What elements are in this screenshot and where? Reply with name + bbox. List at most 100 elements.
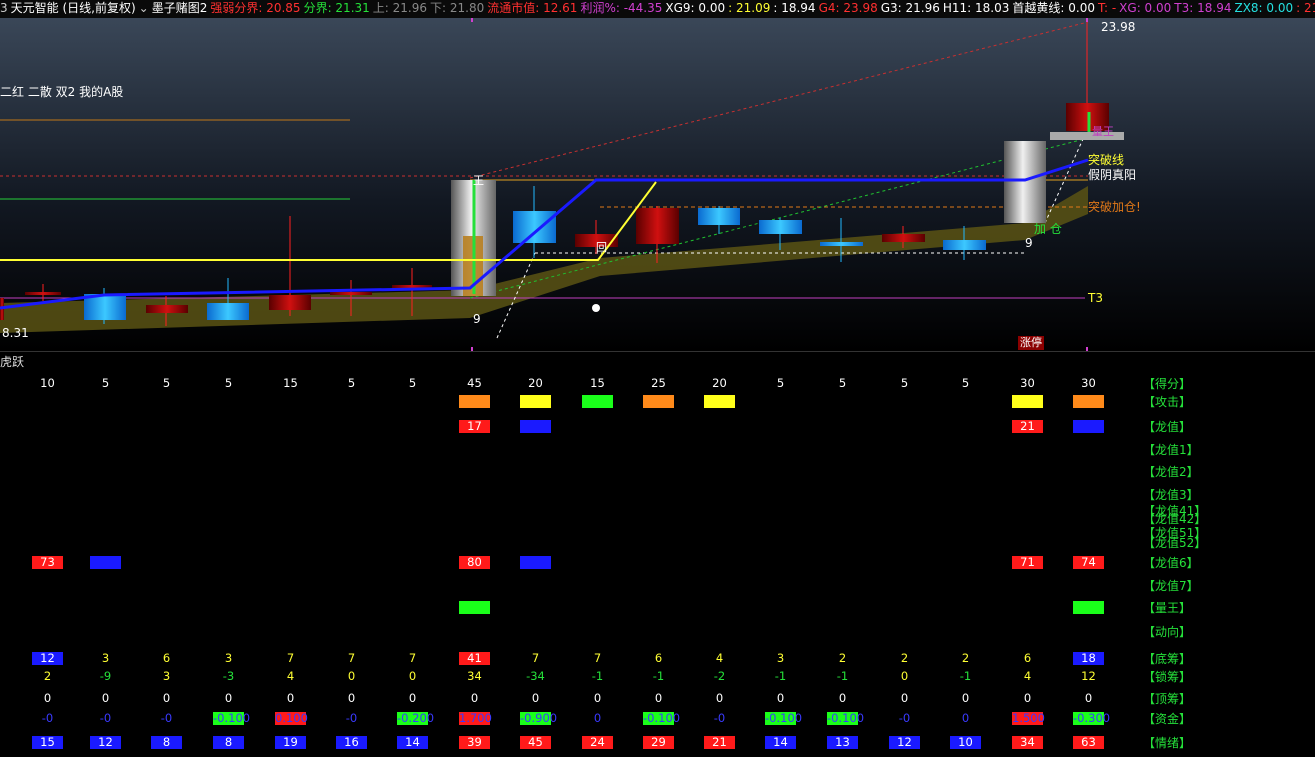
signal-block: 24: [582, 736, 613, 749]
table-cell: 5: [900, 376, 909, 390]
table-cell: 2: [43, 669, 52, 683]
indicator-readout: 墨子赌图2: [151, 1, 208, 15]
signal-block: 16: [336, 736, 367, 749]
limit-up-tag: 涨停: [1018, 336, 1044, 350]
signal-block: [520, 420, 551, 433]
table-cell: 5: [408, 376, 417, 390]
table-cell: 4: [1023, 669, 1032, 683]
table-cell: 0: [286, 691, 295, 705]
add-position-label: 加 仓: [1034, 222, 1062, 236]
signal-block: -0.900: [520, 711, 558, 725]
indicator-readout: H11: 18.03: [942, 1, 1010, 15]
signal-block: 10: [950, 736, 981, 749]
signal-block: 39: [459, 736, 490, 749]
signal-block: [459, 601, 490, 614]
limit-up-candle[interactable]: [451, 180, 496, 296]
hui-label: 回: [596, 241, 607, 254]
signal-block: 21: [1012, 420, 1043, 433]
signal-block: 1.500: [1012, 711, 1045, 725]
breakout-add-label: 突破加仓!: [1088, 199, 1141, 214]
table-cell: 0: [961, 711, 970, 725]
signal-block: [1073, 420, 1104, 433]
candlestick-chart[interactable]: 二红 二散 双2 我的A股 23.98 8.31 突破线 假阴真阳 突破加仓! …: [0, 18, 1315, 351]
table-cell: -0: [160, 711, 173, 725]
signal-block: 12: [32, 652, 63, 665]
indicator-readout: T3: 18.94: [1174, 1, 1232, 15]
row-label: 【动向】: [1143, 625, 1192, 639]
table-cell: -0: [898, 711, 911, 725]
signal-dot: [592, 304, 600, 312]
signal-block: [90, 556, 121, 569]
indicator-readout: 强弱分界: 20.85: [210, 1, 301, 15]
signal-block: [643, 395, 674, 408]
signal-block: [582, 395, 613, 408]
table-cell: 3: [776, 651, 785, 665]
table-cell: 0: [776, 691, 785, 705]
row-label: 【龙值】: [1143, 420, 1192, 434]
signal-block: 13: [827, 736, 858, 749]
row-label: 【得分】: [1143, 377, 1192, 391]
signal-block: 71: [1012, 556, 1043, 569]
table-cell: 30: [1020, 376, 1035, 390]
signal-block: 74: [1073, 556, 1104, 569]
indicator-readout: : 21.09: [728, 1, 771, 15]
indicator-readout: 流通市值: 12.61: [487, 1, 578, 15]
signal-block: [1012, 395, 1043, 408]
table-cell: 0: [900, 691, 909, 705]
row-label: 【量王】: [1143, 601, 1192, 615]
table-cell: 5: [101, 376, 110, 390]
breakout-candle[interactable]: [1004, 141, 1046, 223]
signal-block: [520, 556, 551, 569]
table-cell: 0: [470, 691, 479, 705]
table-cell: 5: [961, 376, 970, 390]
table-cell: 2: [961, 651, 970, 665]
indicator-readout: 分界: 21.31: [303, 1, 370, 15]
signal-block: 63: [1073, 736, 1104, 749]
row-label: 【情绪】: [1143, 736, 1192, 750]
table-cell: 3: [162, 669, 171, 683]
indicator-readout: 首越黄线: 0.00: [1012, 1, 1095, 15]
row-label: 【龙值42】: [1143, 512, 1207, 526]
low-price-label: 8.31: [2, 326, 29, 340]
volume-king-label: 量王: [1092, 125, 1114, 138]
table-cell: 0: [593, 691, 602, 705]
table-cell: -34: [526, 669, 545, 683]
signal-block: 29: [643, 736, 674, 749]
signal-block: 41: [459, 652, 490, 665]
table-cell: 5: [347, 376, 356, 390]
indicator-readout: XG9: 0.00: [665, 1, 726, 15]
table-cell: 6: [654, 651, 663, 665]
table-cell: 7: [593, 651, 602, 665]
signal-block: -0.300: [1073, 711, 1111, 725]
table-cell: 0: [162, 691, 171, 705]
table-cell: 2: [900, 651, 909, 665]
signal-block: 15: [32, 736, 63, 749]
count-label: 9: [473, 312, 481, 326]
indicator-readout: T: -: [1097, 1, 1117, 15]
row-label: 【资金】: [1143, 712, 1192, 726]
table-cell: 3: [224, 651, 233, 665]
panel-divider[interactable]: [0, 351, 1315, 352]
table-cell: 15: [283, 376, 298, 390]
table-cell: 15: [590, 376, 605, 390]
signal-block: -0.100: [765, 711, 803, 725]
indicator-readout: XG: 0.00: [1119, 1, 1172, 15]
signal-block: [1073, 395, 1104, 408]
indicator-readout: 天元智能 (日线,前复权): [10, 1, 136, 15]
table-cell: -3: [222, 669, 235, 683]
table-cell: 0: [961, 691, 970, 705]
row-label: 【底筹】: [1143, 652, 1192, 666]
table-cell: 0: [408, 691, 417, 705]
table-cell: 7: [408, 651, 417, 665]
chevron-down-icon[interactable]: ⌄: [139, 1, 149, 15]
count-label: 9: [1025, 236, 1033, 250]
table-cell: 5: [776, 376, 785, 390]
table-cell: 2: [838, 651, 847, 665]
indicator-readout: ZX8: 0.00: [1234, 1, 1294, 15]
table-cell: 0: [347, 691, 356, 705]
table-cell: 0: [1023, 691, 1032, 705]
high-price-label: 23.98: [1101, 20, 1135, 34]
signal-block: 12: [90, 736, 121, 749]
table-cell: 4: [715, 651, 724, 665]
table-cell: 20: [712, 376, 727, 390]
